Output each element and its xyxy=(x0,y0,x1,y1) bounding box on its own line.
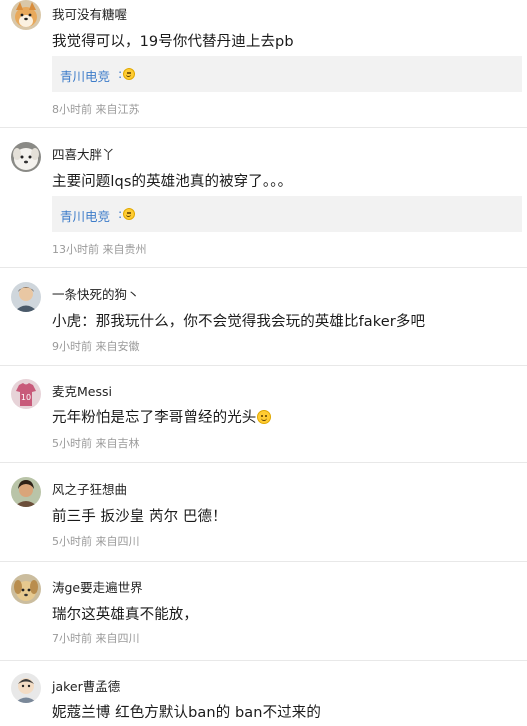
avatar[interactable] xyxy=(11,0,41,30)
reply-author[interactable]: 青川电竞 xyxy=(60,206,110,225)
username[interactable]: 麦克Messi xyxy=(52,381,112,400)
timestamp-location: 5小时前 来自四川 xyxy=(52,535,140,548)
reply-colon: : xyxy=(118,66,123,81)
username[interactable]: 风之子狂想曲 xyxy=(52,479,127,498)
timestamp-location: 13小时前 来自贵州 xyxy=(52,243,147,256)
avatar[interactable] xyxy=(11,574,41,604)
cartoon-avatar-icon xyxy=(11,673,41,703)
person-avatar-icon xyxy=(11,282,41,312)
comment-text-content: 元年粉怕是忘了李哥曾经的光头 xyxy=(52,410,257,426)
reply-colon: : xyxy=(118,206,123,221)
comment-item: 10 麦克Messi 元年粉怕是忘了李哥曾经的光头 5小时前 来自吉林 xyxy=(0,366,527,462)
timestamp-location: 7小时前 来自四川 xyxy=(52,632,140,645)
username[interactable]: 涛ge要走遍世界 xyxy=(52,577,143,596)
comment-feed: 我可没有糖喔 我觉得可以，19号你代替丹迪上去pb 青川电竞 : 8小时前 来自… xyxy=(0,0,527,726)
username[interactable]: jaker曹孟德 xyxy=(52,676,120,695)
reply-author[interactable]: 青川电竞 xyxy=(60,66,110,85)
comment-text: 主要问题lqs的英雄池真的被穿了。。。 xyxy=(52,174,293,190)
puppy-avatar-icon xyxy=(11,574,41,604)
shiba-dog-avatar-icon xyxy=(11,0,41,30)
comment-item: 四喜大胖丫 主要问题lqs的英雄池真的被穿了。。。 青川电竞 : 13小时前 来… xyxy=(0,128,527,267)
comment-item: 涛ge要走遍世界 瑞尔这英雄真不能放， 7小时前 来自四川 xyxy=(0,562,527,660)
comment-item: 一条快死的狗丶 小虎：那我玩什么，你不会觉得我会玩的英雄比faker多吧 9小时… xyxy=(0,268,527,365)
username[interactable]: 我可没有糖喔 xyxy=(52,4,127,23)
comment-text: 瑞尔这英雄真不能放， xyxy=(52,607,198,623)
laughing-face-emoji-icon xyxy=(123,68,135,80)
laughing-face-emoji-icon xyxy=(257,410,272,424)
comment-item: jaker曹孟德 妮蔻兰博 红色方默认ban的 ban不过来的 xyxy=(0,661,527,726)
person-avatar-icon xyxy=(11,477,41,507)
white-dog-avatar-icon xyxy=(11,142,41,172)
laughing-face-emoji-icon xyxy=(123,208,135,220)
comment-text: 小虎：那我玩什么，你不会觉得我会玩的英雄比faker多吧 xyxy=(52,314,426,330)
comment-text: 我觉得可以，19号你代替丹迪上去pb xyxy=(52,34,294,50)
comment-text: 元年粉怕是忘了李哥曾经的光头 xyxy=(52,406,272,427)
comment-item: 风之子狂想曲 前三手 扳沙皇 芮尔 巴德！ 5小时前 来自四川 xyxy=(0,463,527,561)
reply-box[interactable]: 青川电竞 : xyxy=(52,196,522,232)
jersey-avatar-icon: 10 xyxy=(11,379,41,409)
avatar[interactable] xyxy=(11,282,41,312)
avatar[interactable] xyxy=(11,477,41,507)
timestamp-location: 9小时前 来自安徽 xyxy=(52,340,140,353)
comment-item: 我可没有糖喔 我觉得可以，19号你代替丹迪上去pb 青川电竞 : 8小时前 来自… xyxy=(0,0,527,127)
timestamp-location: 5小时前 来自吉林 xyxy=(52,437,140,450)
comment-text: 前三手 扳沙皇 芮尔 巴德！ xyxy=(52,509,227,525)
username[interactable]: 四喜大胖丫 xyxy=(52,144,115,163)
username[interactable]: 一条快死的狗丶 xyxy=(52,284,140,303)
svg-text:10: 10 xyxy=(21,393,31,402)
comment-text: 妮蔻兰博 红色方默认ban的 ban不过来的 xyxy=(52,705,321,721)
avatar[interactable] xyxy=(11,142,41,172)
reply-box[interactable]: 青川电竞 : xyxy=(52,56,522,92)
avatar[interactable] xyxy=(11,673,41,703)
avatar[interactable]: 10 xyxy=(11,379,41,409)
timestamp-location: 8小时前 来自江苏 xyxy=(52,103,140,116)
